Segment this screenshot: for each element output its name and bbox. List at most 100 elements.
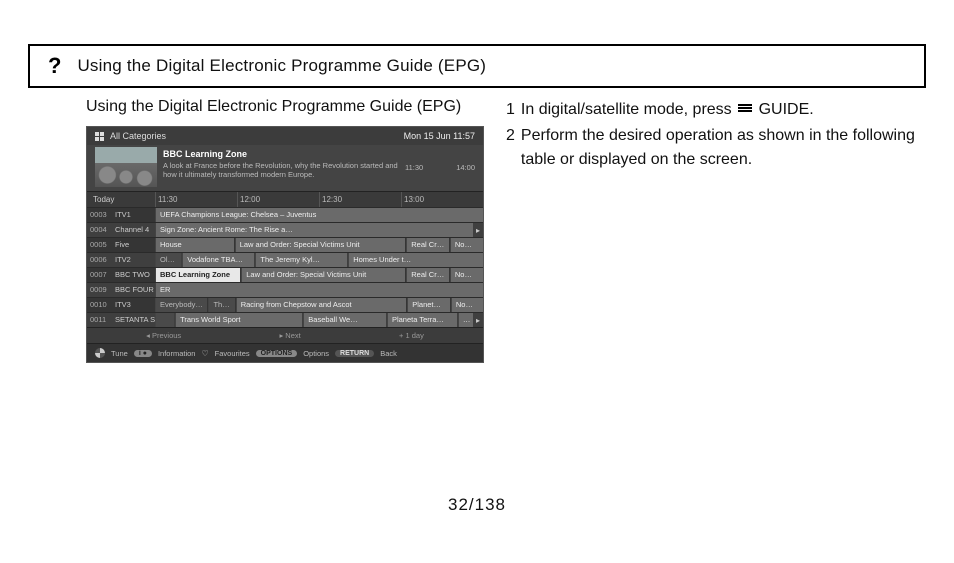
step1-a: In digital/satellite mode, press xyxy=(521,101,732,118)
programme-area: BBC Learning ZoneLaw and Order: Special … xyxy=(155,268,483,282)
programme-area: Everybody…Th…Racing from Chepstow and As… xyxy=(155,298,483,312)
instruction-step: 2 Perform the desired operation as shown… xyxy=(506,124,924,172)
footer-information: Information xyxy=(158,349,196,358)
epg-featured: BBC Learning Zone A look at France befor… xyxy=(87,145,483,191)
channel-name: SETANTA SP… xyxy=(113,313,155,327)
epg-nav-row: ◂ Previous ▸ Next + 1 day xyxy=(87,327,483,343)
channel-name: BBC TWO xyxy=(113,268,155,282)
programme-area: Trans World SportBaseball We…Planeta Ter… xyxy=(155,313,473,327)
programme-cell[interactable]: No… xyxy=(450,268,483,282)
channel-name: BBC FOUR xyxy=(113,283,155,297)
feature-time: 11:30 14:00 xyxy=(405,147,475,187)
channel-row[interactable]: 0009BBC FOURER xyxy=(87,282,483,297)
nav-next[interactable]: ▸ Next xyxy=(279,331,300,340)
footer-favourites: Favourites xyxy=(215,349,250,358)
programme-cell[interactable]: Planeta Terra… xyxy=(387,313,457,327)
epg-header: All Categories Mon 15 Jun 11:57 xyxy=(87,127,483,145)
footer-back: Back xyxy=(380,349,397,358)
categories-icon xyxy=(95,132,104,141)
programme-area: ER xyxy=(155,283,483,297)
section-subtitle: Using the Digital Electronic Programme G… xyxy=(86,98,484,116)
feature-thumbnail xyxy=(95,147,157,187)
programme-cell[interactable]: ER xyxy=(155,283,483,297)
programme-cell[interactable]: Th… xyxy=(208,298,234,312)
step-number: 1 xyxy=(506,98,515,122)
feature-end: 14:00 xyxy=(456,163,475,187)
programme-cell[interactable]: No… xyxy=(450,238,483,252)
channel-number: 0009 xyxy=(87,283,113,297)
programme-cell[interactable]: Planet… xyxy=(407,298,450,312)
channel-row[interactable]: 0003ITV1UEFA Champions League: Chelsea –… xyxy=(87,207,483,222)
today-label: Today xyxy=(87,192,155,207)
programme-cell[interactable]: No… xyxy=(451,298,483,312)
channel-row[interactable]: 0010ITV3Everybody…Th…Racing from Chepsto… xyxy=(87,297,483,312)
time-slot: 13:00 xyxy=(401,192,483,207)
feature-title: BBC Learning Zone xyxy=(163,149,399,159)
footer-tune: Tune xyxy=(111,349,128,358)
programme-cell[interactable]: Homes Under t… xyxy=(348,253,483,267)
programme-cell[interactable]: The Jeremy Kyl… xyxy=(255,253,347,267)
info-pill[interactable]: i ● xyxy=(134,350,152,357)
tune-icon xyxy=(95,348,105,358)
programme-cell[interactable]: Law and Order: Special Victims Unit xyxy=(235,238,406,252)
programme-cell[interactable]: UEFA Champions League: Chelsea – Juventu… xyxy=(155,208,483,222)
return-pill[interactable]: RETURN xyxy=(335,350,374,357)
feature-start: 11:30 xyxy=(405,163,423,187)
guide-button-icon xyxy=(738,104,752,115)
epg-time-row: Today 11:30 12:00 12:30 13:00 xyxy=(87,191,483,207)
programme-cell[interactable]: Everybody… xyxy=(155,298,207,312)
programme-cell[interactable]: Trans World Sport xyxy=(175,313,302,327)
channel-row[interactable]: 0007BBC TWOBBC Learning ZoneLaw and Orde… xyxy=(87,267,483,282)
options-pill[interactable]: OPTIONS xyxy=(256,350,298,357)
programme-cell[interactable]: Racing from Chepstow and Ascot xyxy=(236,298,407,312)
programme-cell[interactable]: Law and Order: Special Victims Unit xyxy=(241,268,405,282)
step1-b: GUIDE. xyxy=(759,101,814,118)
time-slot: 12:00 xyxy=(237,192,319,207)
channel-row[interactable]: 0006ITV2Ol…Vodafone TBA…The Jeremy Kyl…H… xyxy=(87,252,483,267)
instruction-step: 1 In digital/satellite mode, press GUIDE… xyxy=(506,98,924,122)
right-column: 1 In digital/satellite mode, press GUIDE… xyxy=(506,98,924,363)
page-number: 32/138 xyxy=(0,495,954,515)
epg-clock: Mon 15 Jun 11:57 xyxy=(404,131,475,141)
step-text: In digital/satellite mode, press GUIDE. xyxy=(521,98,814,122)
channel-number: 0011 xyxy=(87,313,113,327)
step-text: Perform the desired operation as shown i… xyxy=(521,124,924,172)
programme-cell[interactable]: … xyxy=(458,313,473,327)
channel-number: 0003 xyxy=(87,208,113,222)
programme-cell[interactable]: Vodafone TBA… xyxy=(182,253,254,267)
time-slot: 12:30 xyxy=(319,192,401,207)
programme-cell[interactable]: Real Cr… xyxy=(406,238,449,252)
channel-row[interactable]: 0004Channel 4Sign Zone: Ancient Rome: Th… xyxy=(87,222,483,237)
channel-number: 0010 xyxy=(87,298,113,312)
programme-area: HouseLaw and Order: Special Victims Unit… xyxy=(155,238,483,252)
channel-name: Five xyxy=(113,238,155,252)
left-column: Using the Digital Electronic Programme G… xyxy=(86,98,484,363)
heart-icon: ♡ xyxy=(201,349,208,358)
page-title: Using the Digital Electronic Programme G… xyxy=(77,56,486,76)
channel-row[interactable]: 0005FiveHouseLaw and Order: Special Vict… xyxy=(87,237,483,252)
more-arrow-icon[interactable]: ▸ xyxy=(473,313,483,327)
epg-category: All Categories xyxy=(110,131,166,141)
channel-name: ITV1 xyxy=(113,208,155,222)
nav-plus-day[interactable]: + 1 day xyxy=(399,331,424,340)
programme-cell[interactable]: BBC Learning Zone xyxy=(155,268,240,282)
channel-name: ITV2 xyxy=(113,253,155,267)
programme-cell[interactable]: Ol… xyxy=(155,253,181,267)
channel-name: ITV3 xyxy=(113,298,155,312)
programme-area: Ol…Vodafone TBA…The Jeremy Kyl…Homes Und… xyxy=(155,253,483,267)
channel-row[interactable]: 0011SETANTA SP…Trans World SportBaseball… xyxy=(87,312,483,327)
feature-description: A look at France before the Revolution, … xyxy=(163,161,399,180)
epg-footer: Tune i ● Information ♡ Favourites OPTION… xyxy=(87,343,483,362)
programme-cell[interactable]: Baseball We… xyxy=(303,313,386,327)
programme-cell[interactable] xyxy=(155,313,174,327)
programme-cell[interactable]: Sign Zone: Ancient Rome: The Rise a… xyxy=(155,223,473,237)
programme-cell[interactable]: House xyxy=(155,238,234,252)
channel-number: 0005 xyxy=(87,238,113,252)
more-arrow-icon[interactable]: ▸ xyxy=(473,223,483,237)
nav-previous[interactable]: ◂ Previous xyxy=(146,331,181,340)
programme-cell[interactable]: Real Cr… xyxy=(406,268,449,282)
step-number: 2 xyxy=(506,124,515,172)
programme-area: UEFA Champions League: Chelsea – Juventu… xyxy=(155,208,483,222)
epg-screenshot: All Categories Mon 15 Jun 11:57 BBC Lear… xyxy=(86,126,484,363)
channel-number: 0004 xyxy=(87,223,113,237)
